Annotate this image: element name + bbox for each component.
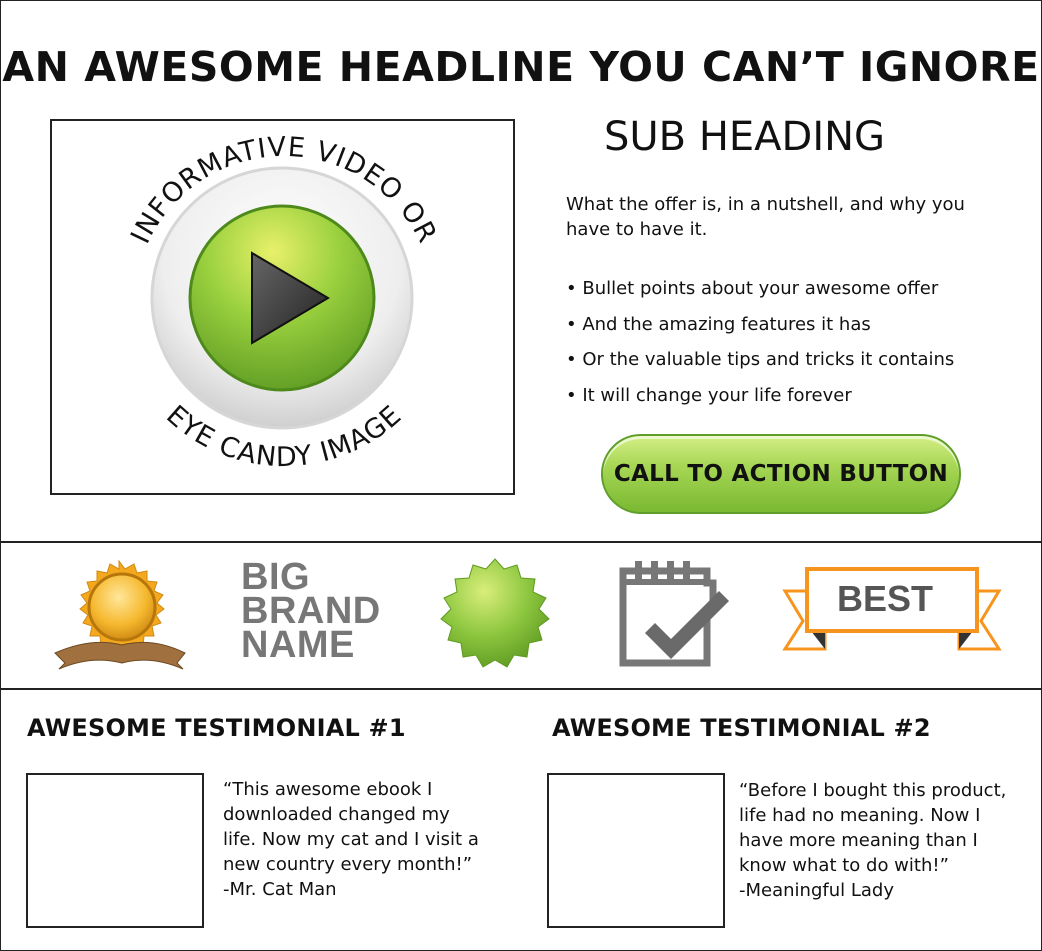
award-medal-icon	[54, 559, 186, 670]
call-to-action-button[interactable]: CALL TO ACTION BUTTON	[601, 434, 961, 514]
brand-line: BRAND	[241, 590, 381, 632]
video-graphic: INFORMATIVE VIDEO OR EYE CANDY IMAGE	[125, 132, 442, 473]
page-headline: AN AWESOME HEADLINE YOU CAN’T IGNORE	[2, 43, 1040, 91]
sub-heading: SUB HEADING	[604, 114, 886, 160]
testimonial-photo	[26, 773, 204, 928]
list-item: • Or the valuable tips and tricks it con…	[566, 349, 955, 370]
testimonial-quote: “This awesome ebook I downloaded changed…	[223, 779, 479, 900]
brand-line: BIG	[241, 556, 311, 598]
testimonial-title: AWESOME TESTIMONIAL #2	[552, 714, 931, 742]
list-item: • And the amazing features it has	[566, 313, 871, 335]
landing-page-wireframe: AN AWESOME HEADLINE YOU CAN’T IGNORE INF…	[0, 0, 1042, 951]
brand-line: NAME	[241, 624, 355, 666]
list-item: • Bullet points about your awesome offer	[566, 278, 939, 299]
testimonial-photo	[547, 773, 725, 928]
section-divider	[1, 541, 1041, 543]
video-placeholder[interactable]: INFORMATIVE VIDEO OR EYE CANDY IMAGE	[50, 119, 515, 495]
brand-name-logo: BIG BRAND NAME	[241, 556, 381, 666]
section-divider	[1, 688, 1041, 690]
ribbon-label: BEST	[837, 578, 933, 619]
offer-description: What the offer is, in a nutshell, and wh…	[566, 194, 965, 240]
calendar-check-icon	[619, 561, 729, 667]
feature-list: • Bullet points about your awesome offer…	[566, 276, 954, 418]
list-item: • It will change your life forever	[566, 384, 852, 406]
testimonial-title: AWESOME TESTIMONIAL #1	[27, 714, 406, 742]
best-ribbon-icon: BEST	[782, 567, 1002, 651]
seal-badge-icon	[440, 558, 550, 668]
testimonial-quote: “Before I bought this product, life had …	[739, 780, 1007, 901]
